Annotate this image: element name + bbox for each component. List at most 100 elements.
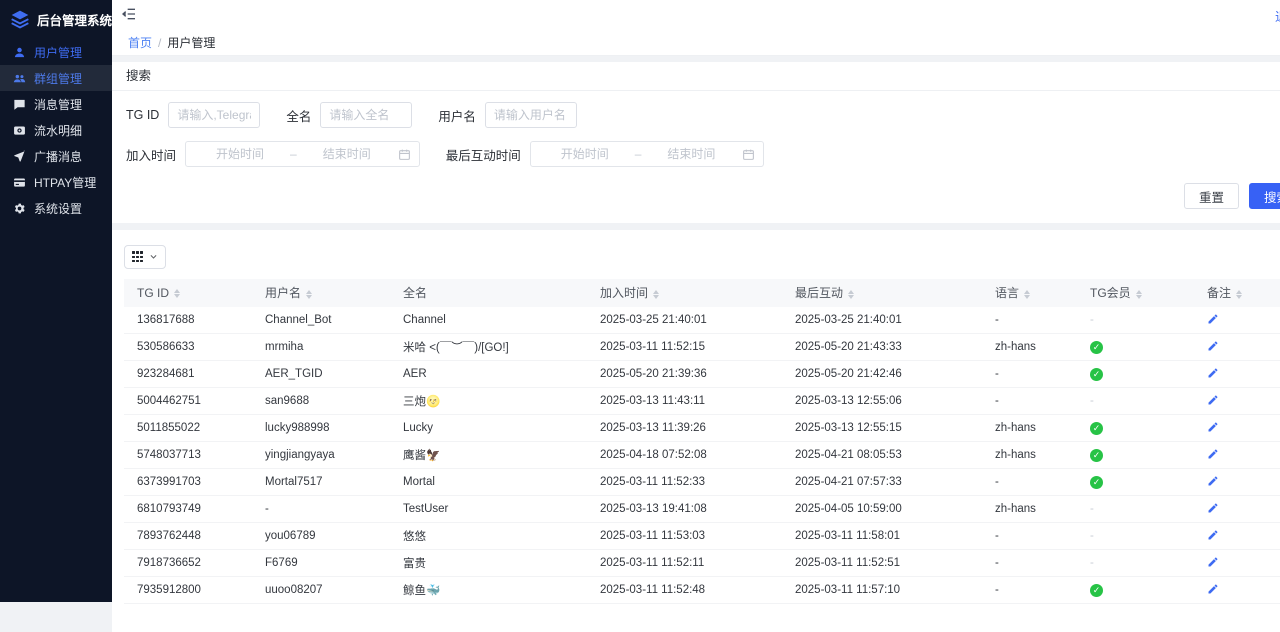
sidebar-item-htpay[interactable]: HTPAY管理	[0, 169, 112, 195]
sidebar-item-groups[interactable]: 群组管理	[0, 65, 112, 91]
search-panel-title: 搜索	[112, 62, 1280, 91]
cell-language: -	[982, 469, 1077, 496]
column-settings-button[interactable]	[124, 245, 166, 269]
cell-language: zh-hans	[982, 496, 1077, 523]
cell-username: -	[252, 496, 390, 523]
sort-icon[interactable]	[1024, 290, 1030, 299]
cell-language: -	[982, 523, 1077, 550]
cell-full-name: 鲸鱼🐳	[390, 577, 587, 604]
sort-icon[interactable]	[848, 290, 854, 299]
settings-gear-icon	[13, 202, 26, 215]
cell-note	[1194, 577, 1280, 604]
sidebar-item-transactions[interactable]: 流水明细	[0, 117, 112, 143]
cell-join-time: 2025-03-11 11:52:15	[587, 334, 782, 361]
cell-full-name: 悠悠	[390, 523, 587, 550]
search-button[interactable]: 搜索	[1249, 183, 1280, 209]
calendar-icon	[742, 148, 755, 161]
users-table-panel: TG ID 用户名 全名 加入时间 最后互动 语言 TG会员 备注 136817…	[112, 230, 1280, 632]
join-end-input[interactable]	[301, 143, 393, 165]
cell-member: ✓	[1077, 577, 1194, 604]
sidebar-item-broadcast[interactable]: 广播消息	[0, 143, 112, 169]
active-start-input[interactable]	[539, 143, 631, 165]
column-header-language[interactable]: 语言	[982, 279, 1077, 307]
sort-icon[interactable]	[306, 290, 312, 299]
sidebar-collapse-button[interactable]	[121, 6, 139, 24]
cell-tg-id: 5011855022	[124, 415, 252, 442]
column-header-jointime[interactable]: 加入时间	[587, 279, 782, 307]
column-header-member[interactable]: TG会员	[1077, 279, 1194, 307]
cell-member: -	[1077, 307, 1194, 334]
last-active-range-picker[interactable]: –	[530, 141, 765, 167]
sort-icon[interactable]	[1136, 290, 1142, 299]
edit-note-icon[interactable]	[1207, 583, 1219, 595]
column-header-username[interactable]: 用户名	[252, 279, 390, 307]
edit-note-icon[interactable]	[1207, 448, 1219, 460]
table-row: 530586633 mrmiha 米哈 <(￣︶￣)/[GO!] 2025-03…	[124, 334, 1280, 361]
cell-full-name: 鹰酱🦅	[390, 442, 587, 469]
join-time-range-picker[interactable]: –	[185, 141, 420, 167]
breadcrumb-home[interactable]: 首页	[128, 34, 152, 51]
tg-id-label: TG ID	[126, 108, 159, 122]
column-header-lastactive[interactable]: 最后互动	[782, 279, 982, 307]
edit-note-icon[interactable]	[1207, 475, 1219, 487]
message-icon	[13, 98, 26, 111]
broadcast-icon	[13, 150, 26, 163]
edit-note-icon[interactable]	[1207, 340, 1219, 352]
column-header-note[interactable]: 备注	[1194, 279, 1280, 307]
edit-note-icon[interactable]	[1207, 367, 1219, 379]
search-text-fields-row: TG ID 全名 用户名	[112, 91, 1280, 130]
join-time-field: 加入时间 –	[126, 141, 420, 167]
table-row: 5748037713 yingjiangyaya 鹰酱🦅 2025-04-18 …	[124, 442, 1280, 469]
sidebar-item-users[interactable]: 用户管理	[0, 39, 112, 65]
cell-note	[1194, 496, 1280, 523]
cell-username: yingjiangyaya	[252, 442, 390, 469]
cell-full-name: Mortal	[390, 469, 587, 496]
column-header-tgid[interactable]: TG ID	[124, 279, 252, 307]
cell-member: -	[1077, 496, 1194, 523]
sort-icon[interactable]	[174, 289, 180, 298]
edit-note-icon[interactable]	[1207, 421, 1219, 433]
table-row: 7893762448 you06789 悠悠 2025-03-11 11:53:…	[124, 523, 1280, 550]
sidebar-item-label: 群组管理	[34, 70, 82, 87]
sort-icon[interactable]	[1236, 290, 1242, 299]
cell-username: F6769	[252, 550, 390, 577]
cell-note	[1194, 523, 1280, 550]
cell-member: ✓	[1077, 442, 1194, 469]
active-end-input[interactable]	[645, 143, 737, 165]
sidebar-item-messages[interactable]: 消息管理	[0, 91, 112, 117]
cell-last-active: 2025-03-11 11:52:51	[782, 550, 982, 577]
cell-username: uuoo08207	[252, 577, 390, 604]
cell-full-name: AER	[390, 361, 587, 388]
username-label: 用户名	[438, 106, 476, 125]
edit-note-icon[interactable]	[1207, 394, 1219, 406]
member-check-icon: ✓	[1090, 368, 1103, 381]
tg-id-input[interactable]	[168, 102, 260, 128]
logout-link[interactable]: 退出	[1275, 6, 1280, 25]
full-name-input[interactable]	[320, 102, 412, 128]
topbar: 退出	[112, 0, 1280, 30]
edit-note-icon[interactable]	[1207, 313, 1219, 325]
cell-username: lucky988998	[252, 415, 390, 442]
cell-note	[1194, 415, 1280, 442]
join-start-input[interactable]	[194, 143, 286, 165]
reset-button[interactable]: 重置	[1184, 183, 1239, 209]
cell-note	[1194, 334, 1280, 361]
sidebar-item-label: 系统设置	[34, 200, 82, 217]
sort-icon[interactable]	[653, 290, 659, 299]
edit-note-icon[interactable]	[1207, 556, 1219, 568]
range-separator: –	[286, 147, 301, 161]
main-content: 退出 首页 / 用户管理 搜索 TG ID 全名 用户名 加入时间	[112, 0, 1280, 602]
cell-tg-id: 136817688	[124, 307, 252, 334]
edit-note-icon[interactable]	[1207, 502, 1219, 514]
cell-language: zh-hans	[982, 415, 1077, 442]
username-input[interactable]	[485, 102, 577, 128]
cell-join-time: 2025-03-11 11:53:03	[587, 523, 782, 550]
cell-join-time: 2025-04-18 07:52:08	[587, 442, 782, 469]
table-row: 5011855022 lucky988998 Lucky 2025-03-13 …	[124, 415, 1280, 442]
last-active-time-field: 最后互动时间 –	[446, 141, 765, 167]
cell-language: -	[982, 307, 1077, 334]
table-row: 5004462751 san9688 三炮🌝 2025-03-13 11:43:…	[124, 388, 1280, 415]
sidebar-item-settings[interactable]: 系统设置	[0, 195, 112, 221]
edit-note-icon[interactable]	[1207, 529, 1219, 541]
cell-username: san9688	[252, 388, 390, 415]
